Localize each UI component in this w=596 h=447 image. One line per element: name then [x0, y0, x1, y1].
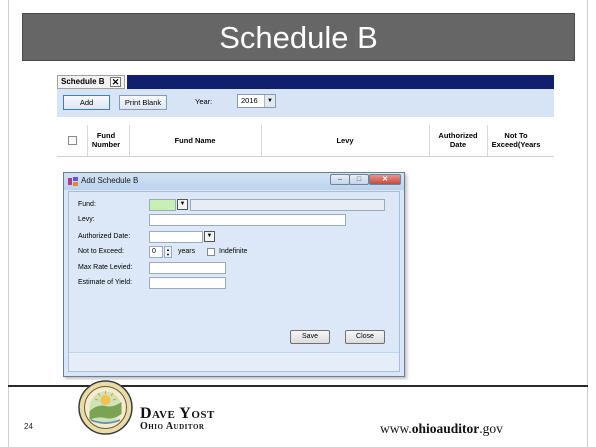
- website-link[interactable]: www.ohioauditor.gov: [380, 421, 503, 437]
- auditor-seal-icon: [78, 380, 133, 435]
- column-header-fund-number[interactable]: Fund Number: [87, 131, 125, 149]
- app-screenshot: Schedule B ✕ Add Print Blank Year: 2016 …: [57, 75, 554, 380]
- max-rate-label: Max Rate Levied:: [78, 264, 133, 271]
- dialog-body: Fund: ▼ Levy: Authorized Date: ▼ Not to …: [68, 191, 400, 372]
- column-header-levy[interactable]: Levy: [261, 136, 429, 145]
- year-label: Year:: [195, 97, 213, 106]
- grid-header: Fund Number Fund Name Levy Authorized Da…: [57, 125, 554, 157]
- tab-schedule-b[interactable]: Schedule B ✕: [57, 75, 125, 89]
- levy-label: Levy:: [78, 216, 95, 223]
- column-header-fund-name[interactable]: Fund Name: [129, 136, 261, 145]
- chevron-down-icon[interactable]: ▼: [177, 199, 188, 210]
- dialog-title-bar[interactable]: Add Schedule B – □ ✕: [64, 173, 404, 190]
- levy-field[interactable]: [149, 214, 346, 226]
- slide-title: Schedule B: [219, 20, 378, 55]
- column-header-not-to-exceed[interactable]: Not To Exceed(Years: [485, 131, 547, 149]
- website-text: www.ohioauditor.gov: [380, 421, 503, 436]
- estimate-of-yield-field[interactable]: [149, 277, 226, 289]
- column-separator: [429, 125, 430, 157]
- add-button[interactable]: Add: [63, 95, 110, 110]
- maximize-icon[interactable]: □: [349, 174, 369, 185]
- save-button[interactable]: Save: [290, 330, 330, 344]
- indefinite-label: Indefinite: [219, 248, 248, 255]
- auditor-title: Ohio Auditor: [140, 421, 205, 432]
- spinner-arrows-icon[interactable]: ▲ ▼: [164, 246, 172, 258]
- indefinite-checkbox[interactable]: [207, 248, 215, 256]
- year-value: 2016: [241, 96, 258, 105]
- not-to-exceed-field[interactable]: 0: [149, 246, 163, 258]
- close-icon[interactable]: ✕: [369, 174, 401, 185]
- select-all-checkbox[interactable]: [68, 136, 77, 145]
- tab-label: Schedule B: [61, 77, 105, 86]
- chevron-down-icon[interactable]: ▼: [264, 95, 275, 107]
- page-number: 24: [24, 422, 33, 431]
- dialog-title: Add Schedule B: [81, 176, 139, 185]
- fund-select[interactable]: [149, 199, 176, 211]
- add-schedule-b-dialog: Add Schedule B – □ ✕ Fund: ▼ Levy: Autho…: [63, 172, 405, 377]
- estimate-of-yield-label: Estimate of Yield:: [78, 279, 133, 286]
- fund-label: Fund:: [78, 201, 96, 208]
- toolbar: Add Print Blank Year: 2016 ▼: [57, 89, 554, 117]
- fund-description-field: [190, 199, 385, 211]
- tab-strip: Schedule B ✕: [57, 75, 554, 89]
- slide-title-bar: Schedule B: [22, 13, 575, 61]
- close-button[interactable]: Close: [345, 330, 385, 344]
- not-to-exceed-label: Not to Exceed:: [78, 248, 124, 255]
- authorized-date-label: Authorized Date:: [78, 233, 131, 240]
- app-icon: [68, 177, 78, 186]
- year-select[interactable]: 2016 ▼: [237, 94, 276, 108]
- max-rate-field[interactable]: [149, 262, 226, 274]
- calendar-dropdown-icon[interactable]: ▼: [204, 231, 215, 242]
- column-header-authorized-date[interactable]: Authorized Date: [431, 131, 485, 149]
- tab-strip-fill: [127, 75, 554, 89]
- authorized-date-field[interactable]: [149, 231, 203, 243]
- tab-close-icon[interactable]: ✕: [110, 77, 121, 87]
- dialog-status-strip: [69, 352, 399, 371]
- auditor-name: Dave Yost: [140, 405, 215, 422]
- minimize-icon[interactable]: –: [330, 174, 350, 185]
- years-label: years: [178, 248, 196, 255]
- print-blank-button[interactable]: Print Blank: [119, 95, 167, 110]
